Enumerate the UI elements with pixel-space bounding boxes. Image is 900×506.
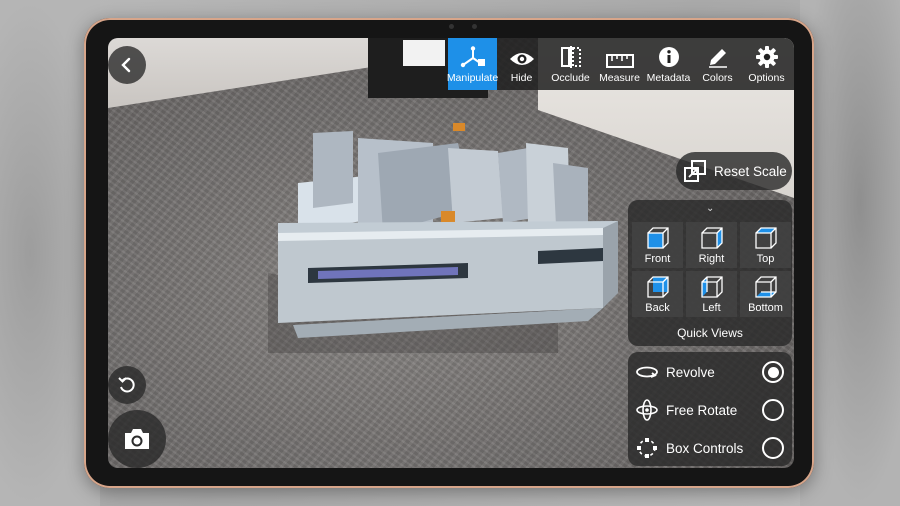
mode-free-rotate[interactable]: Free Rotate xyxy=(628,392,792,428)
resize-squares-icon xyxy=(684,160,706,182)
quick-view-top-label: Top xyxy=(756,253,775,265)
mode-box-controls[interactable]: Box Controls xyxy=(628,430,792,466)
cube-bottom-icon xyxy=(754,276,777,298)
mode-revolve[interactable]: Revolve xyxy=(628,354,792,390)
camera-icon xyxy=(125,429,149,449)
chevron-down-icon[interactable]: ⌄ xyxy=(706,203,714,214)
front-sensor xyxy=(472,24,477,29)
background-sign xyxy=(403,40,445,66)
tool-colors[interactable]: Colors xyxy=(693,38,742,90)
tool-options-label: Options xyxy=(748,72,785,84)
radio-selected-dot xyxy=(767,366,779,378)
ar-viewport[interactable]: Manipulate Hide Occlude Measure Metadata… xyxy=(108,38,794,468)
cube-front-icon xyxy=(646,227,669,249)
tool-occlude-label: Occlude xyxy=(551,72,590,84)
tool-measure[interactable]: Measure xyxy=(595,38,644,90)
box-controls-icon xyxy=(637,438,657,458)
quick-view-top[interactable]: Top xyxy=(740,222,791,268)
pencil-icon xyxy=(708,49,727,68)
quick-view-back-label: Back xyxy=(645,302,670,314)
quick-view-right[interactable]: Right xyxy=(686,222,737,268)
radio-free-rotate[interactable] xyxy=(762,399,784,421)
cube-right-icon xyxy=(700,227,723,249)
cube-left-icon xyxy=(700,276,723,298)
tool-hide-label: Hide xyxy=(510,72,533,84)
front-camera xyxy=(449,24,454,29)
reset-scale-button[interactable]: Reset Scale xyxy=(676,152,792,190)
reset-view-button[interactable] xyxy=(108,366,146,404)
quick-view-right-label: Right xyxy=(698,253,725,265)
tool-manipulate-label: Manipulate xyxy=(446,72,499,84)
mode-free-rotate-label: Free Rotate xyxy=(666,402,738,418)
tool-measure-label: Measure xyxy=(599,72,640,84)
tool-metadata[interactable]: Metadata xyxy=(644,38,693,90)
background-blur-right xyxy=(800,0,900,506)
tool-hide[interactable]: Hide xyxy=(497,38,546,90)
quick-view-back[interactable]: Back xyxy=(632,271,683,317)
quick-views-panel: ⌄ Front Right Top Back Left Bottom Quick… xyxy=(628,200,792,346)
gear-icon xyxy=(755,46,778,68)
quick-view-bottom-label: Bottom xyxy=(748,302,783,314)
rotation-mode-panel: Revolve Free Rotate Box Controls xyxy=(628,352,792,466)
tool-metadata-label: Metadata xyxy=(646,72,691,84)
radio-revolve[interactable] xyxy=(762,361,784,383)
quick-view-front-label: Front xyxy=(644,253,671,265)
occlude-icon xyxy=(560,46,581,68)
info-icon xyxy=(658,47,679,67)
tool-colors-label: Colors xyxy=(702,72,733,84)
tool-options[interactable]: Options xyxy=(742,38,791,90)
3d-booth-model[interactable] xyxy=(258,93,628,353)
cube-back-icon xyxy=(646,276,669,298)
eye-icon xyxy=(509,53,534,65)
revolve-icon xyxy=(636,366,658,378)
free-rotate-icon xyxy=(636,399,658,421)
ruler-icon xyxy=(605,54,634,68)
quick-views-title: Quick Views xyxy=(677,326,743,340)
cube-top-icon xyxy=(754,227,777,249)
chevron-left-icon xyxy=(121,57,131,73)
mode-box-controls-label: Box Controls xyxy=(666,440,744,456)
mode-revolve-label: Revolve xyxy=(666,364,715,380)
camera-capture-button[interactable] xyxy=(108,410,166,468)
top-toolbar: Manipulate Hide Occlude Measure Metadata… xyxy=(446,38,794,90)
back-button[interactable] xyxy=(108,46,146,84)
quick-view-bottom[interactable]: Bottom xyxy=(740,271,791,317)
radio-box-controls[interactable] xyxy=(762,437,784,459)
tool-manipulate[interactable]: Manipulate xyxy=(446,38,499,90)
quick-view-front[interactable]: Front xyxy=(632,222,683,268)
manipulate-axes-icon xyxy=(460,46,485,68)
quick-view-left-label: Left xyxy=(702,302,721,314)
quick-view-left[interactable]: Left xyxy=(686,271,737,317)
reset-scale-label: Reset Scale xyxy=(714,163,787,179)
rotate-reset-icon xyxy=(118,377,135,393)
tool-occlude[interactable]: Occlude xyxy=(546,38,595,90)
